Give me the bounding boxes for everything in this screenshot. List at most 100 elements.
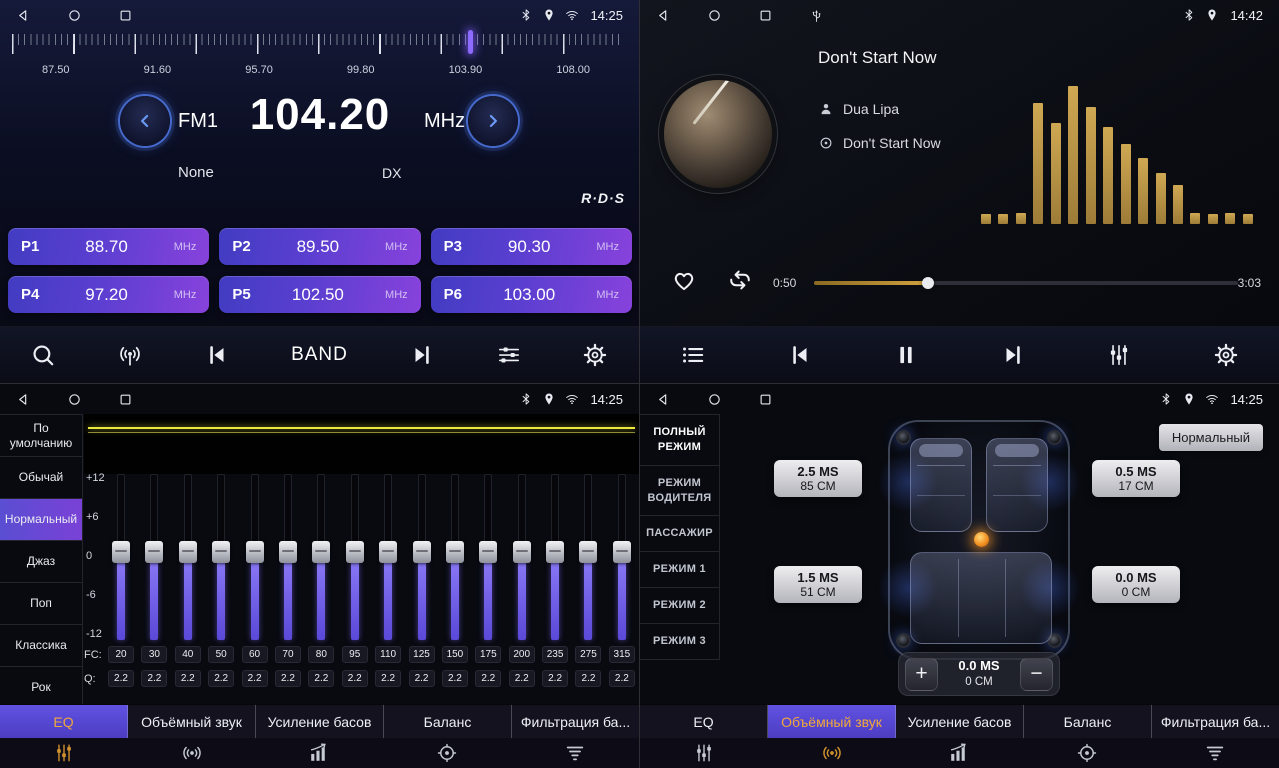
preset-p4[interactable]: P497.20MHz [8, 276, 209, 313]
preset-p1[interactable]: P188.70MHz [8, 228, 209, 265]
broadcast-icon[interactable] [117, 342, 143, 368]
bass-boost-icon[interactable] [896, 738, 1024, 768]
eq-band-slider[interactable] [141, 474, 167, 640]
stage-mode-item[interactable]: РЕЖИМ 2 [640, 588, 719, 624]
front-right-speaker-icon[interactable] [1047, 430, 1062, 445]
eq-preset-item[interactable]: Классика [0, 625, 82, 667]
stage-mode-item[interactable]: РЕЖИМ 3 [640, 624, 719, 660]
slider-handle[interactable] [379, 541, 397, 563]
eq-preset-item[interactable]: Обычай [0, 457, 82, 499]
filter-icon[interactable] [511, 738, 639, 768]
surround-sound-icon[interactable] [128, 738, 256, 768]
slider-handle[interactable] [179, 541, 197, 563]
preset-p3[interactable]: P390.30MHz [431, 228, 632, 265]
recents-button[interactable] [118, 8, 133, 23]
audio-settings-icon[interactable] [496, 342, 522, 368]
back-button[interactable] [16, 392, 31, 407]
eq-preset-item[interactable]: Рок [0, 667, 82, 709]
next-track-button[interactable] [1000, 342, 1026, 368]
home-button[interactable] [707, 392, 722, 407]
slider-handle[interactable] [446, 541, 464, 563]
delay-increase-button[interactable]: + [905, 658, 938, 691]
eq-band-slider[interactable] [409, 474, 435, 640]
slider-handle[interactable] [112, 541, 130, 563]
eq-band-slider[interactable] [375, 474, 401, 640]
slider-handle[interactable] [546, 541, 564, 563]
seek-bar[interactable] [814, 281, 1238, 285]
recents-button[interactable] [118, 392, 133, 407]
rear-left-speaker-icon[interactable] [896, 633, 911, 648]
eq-preset-item[interactable]: Нормальный [0, 499, 82, 541]
favorite-button[interactable] [670, 266, 698, 294]
next-station-button[interactable] [409, 342, 435, 368]
slider-handle[interactable] [413, 541, 431, 563]
eq-preset-item[interactable]: По умолчанию [0, 415, 82, 457]
eq-band-slider[interactable] [609, 474, 635, 640]
eq-icon[interactable] [640, 738, 768, 768]
audio-tab[interactable]: Усиление басов [256, 705, 384, 738]
playlist-icon[interactable] [680, 342, 706, 368]
eq-band-slider[interactable] [509, 474, 535, 640]
audio-tab[interactable]: Баланс [1024, 705, 1152, 738]
recents-button[interactable] [758, 8, 773, 23]
audio-tab[interactable]: Объёмный звук [128, 705, 256, 738]
slider-handle[interactable] [579, 541, 597, 563]
slider-handle[interactable] [145, 541, 163, 563]
listening-position-marker[interactable] [974, 532, 989, 547]
audio-tab[interactable]: Фильтрация ба... [1152, 705, 1279, 738]
slider-handle[interactable] [513, 541, 531, 563]
eq-band-slider[interactable] [108, 474, 134, 640]
tune-down-button[interactable] [120, 96, 170, 146]
eq-band-slider[interactable] [175, 474, 201, 640]
back-button[interactable] [16, 8, 31, 23]
bass-boost-icon[interactable] [256, 738, 384, 768]
surround-sound-icon[interactable] [768, 738, 896, 768]
front-left-speaker-icon[interactable] [896, 430, 911, 445]
stage-mode-item[interactable]: ПОЛНЫЙ РЕЖИМ [640, 415, 719, 466]
audio-tab[interactable]: EQ [0, 705, 128, 738]
seek-bar-knob[interactable] [922, 277, 934, 289]
previous-track-button[interactable] [787, 342, 813, 368]
slider-handle[interactable] [246, 541, 264, 563]
back-button[interactable] [656, 392, 671, 407]
mixer-icon[interactable] [1106, 342, 1132, 368]
eq-band-slider[interactable] [275, 474, 301, 640]
home-button[interactable] [707, 8, 722, 23]
front-left-delay[interactable]: 2.5 MS 85 CM [774, 460, 862, 497]
front-right-delay[interactable]: 0.5 MS 17 CM [1092, 460, 1180, 497]
band-button[interactable]: BAND [291, 344, 348, 366]
balance-icon[interactable] [1023, 738, 1151, 768]
stage-mode-item[interactable]: ПАССАЖИР [640, 516, 719, 552]
audio-tab[interactable]: Объёмный звук [768, 705, 896, 738]
previous-station-button[interactable] [204, 342, 230, 368]
eq-preset-item[interactable]: Джаз [0, 541, 82, 583]
pause-button[interactable] [893, 342, 919, 368]
preset-p2[interactable]: P289.50MHz [219, 228, 420, 265]
slider-handle[interactable] [346, 541, 364, 563]
preset-p6[interactable]: P6103.00MHz [431, 276, 632, 313]
eq-band-slider[interactable] [542, 474, 568, 640]
stage-mode-item[interactable]: РЕЖИМ ВОДИТЕЛЯ [640, 466, 719, 517]
filter-icon[interactable] [1151, 738, 1279, 768]
stage-mode-item[interactable]: РЕЖИМ 1 [640, 552, 719, 588]
eq-band-slider[interactable] [575, 474, 601, 640]
audio-tab[interactable]: Усиление басов [896, 705, 1024, 738]
audio-tab[interactable]: Баланс [384, 705, 512, 738]
eq-band-slider[interactable] [308, 474, 334, 640]
balance-icon[interactable] [383, 738, 511, 768]
tune-up-button[interactable] [468, 96, 518, 146]
eq-band-slider[interactable] [242, 474, 268, 640]
eq-band-slider[interactable] [442, 474, 468, 640]
slider-handle[interactable] [279, 541, 297, 563]
audio-tab[interactable]: EQ [640, 705, 768, 738]
repeat-button[interactable] [726, 266, 754, 294]
recents-button[interactable] [758, 392, 773, 407]
settings-icon[interactable] [1213, 342, 1239, 368]
settings-icon[interactable] [582, 342, 608, 368]
frequency-ruler[interactable] [12, 34, 624, 58]
eq-icon[interactable] [0, 738, 128, 768]
delay-decrease-button[interactable]: − [1020, 658, 1053, 691]
seek-icon[interactable] [30, 342, 56, 368]
rear-left-delay[interactable]: 1.5 MS 51 CM [774, 566, 862, 603]
rear-right-delay[interactable]: 0.0 MS 0 CM [1092, 566, 1180, 603]
